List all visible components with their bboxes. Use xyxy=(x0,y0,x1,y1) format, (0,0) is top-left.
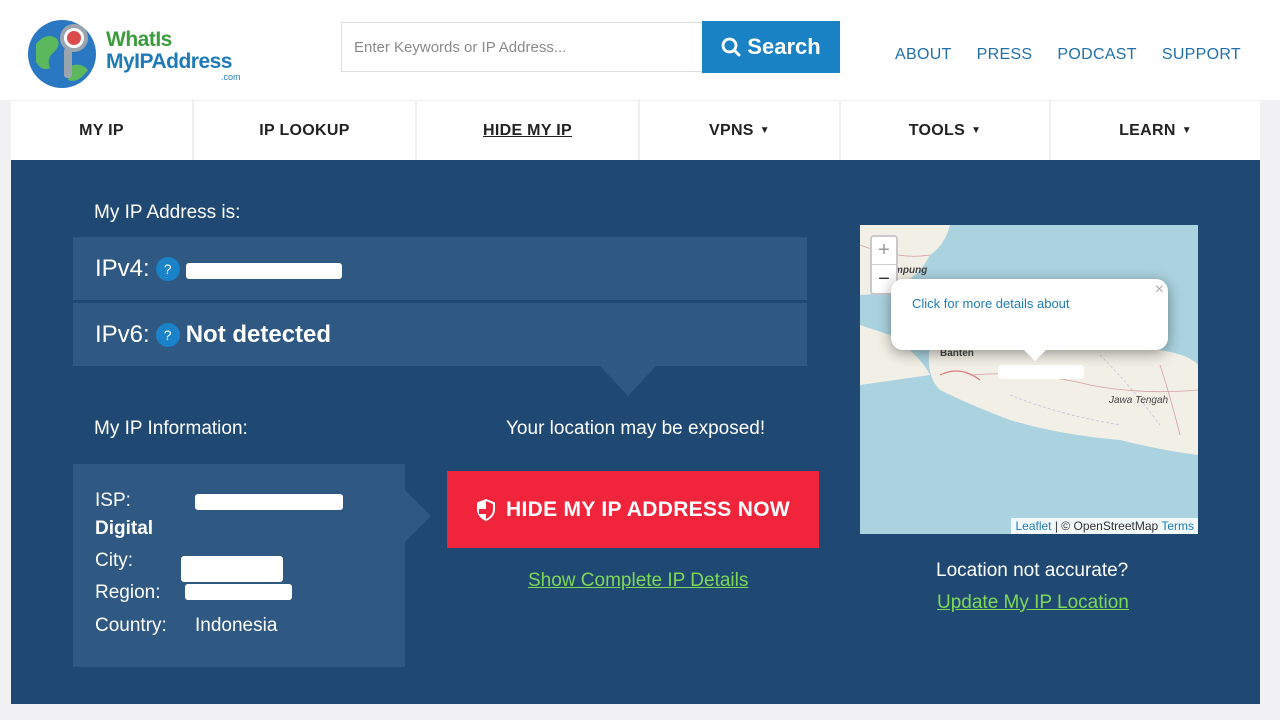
country-label: Country: xyxy=(95,615,167,636)
ipv4-row: IPv4: ? xyxy=(73,237,807,300)
main-nav: MY IP IP LOOKUP HIDE MY IP VPNS ▼ TOOLS … xyxy=(11,101,1260,160)
ip-panel: My IP Address is: IPv4: ? IPv6: ? Not de… xyxy=(11,160,1260,704)
logo-text-top: WhatIs xyxy=(106,28,172,51)
site-logo[interactable]: WhatIs MyIPAddress .com xyxy=(26,14,256,94)
city-label: City: xyxy=(95,550,133,571)
help-icon[interactable]: ? xyxy=(155,256,180,281)
map-attribution: Leaflet | © OpenStreetMap Terms xyxy=(1011,518,1198,534)
isp-label: ISP: xyxy=(95,490,131,511)
nav-label: IP LOOKUP xyxy=(259,121,350,139)
zoom-in-button[interactable]: + xyxy=(872,237,896,265)
search-icon xyxy=(721,37,741,57)
site-header: WhatIs MyIPAddress .com Search ABOUT PRE… xyxy=(0,0,1280,100)
podcast-link[interactable]: PODCAST xyxy=(1057,46,1136,64)
nav-label: VPNS xyxy=(709,121,754,139)
nav-hide-my-ip[interactable]: HIDE MY IP xyxy=(417,101,640,160)
map-label-lampung: mpung xyxy=(894,265,928,276)
leaflet-link[interactable]: Leaflet xyxy=(1015,519,1051,533)
logo-suffix: .com xyxy=(221,72,241,82)
pointer-arrow xyxy=(600,366,656,396)
search-input[interactable] xyxy=(341,22,702,72)
nav-tools[interactable]: TOOLS ▼ xyxy=(841,101,1051,160)
location-question: Location not accurate? xyxy=(936,560,1129,581)
top-links: ABOUT PRESS PODCAST SUPPORT xyxy=(895,46,1241,64)
update-location-link[interactable]: Update My IP Location xyxy=(937,592,1129,614)
caret-down-icon: ▼ xyxy=(1181,125,1192,136)
ip-heading: My IP Address is: xyxy=(94,202,241,223)
support-link[interactable]: SUPPORT xyxy=(1162,46,1241,64)
exposure-warning: Your location may be exposed! xyxy=(506,418,766,439)
globe-magnifier-icon xyxy=(28,20,96,88)
map-popup[interactable]: Click for more details about × xyxy=(891,279,1168,350)
osm-attribution: | © OpenStreetMap xyxy=(1054,519,1159,533)
ipv6-label: IPv6: xyxy=(95,320,150,348)
region-value-redacted xyxy=(185,584,292,600)
hide-my-ip-button-label: HIDE MY IP ADDRESS NOW xyxy=(506,497,790,521)
press-link[interactable]: PRESS xyxy=(977,46,1033,64)
info-heading: My IP Information: xyxy=(94,418,248,439)
shield-icon xyxy=(477,498,496,521)
caret-down-icon: ▼ xyxy=(759,125,770,136)
nav-label: MY IP xyxy=(79,121,124,139)
nav-learn[interactable]: LEARN ▼ xyxy=(1051,101,1260,160)
map-popup-text[interactable]: Click for more details about xyxy=(912,296,1070,311)
isp-value-continuation: Digital xyxy=(95,518,154,539)
ipv4-label: IPv4: xyxy=(95,254,150,282)
help-icon[interactable]: ? xyxy=(155,322,180,347)
info-pointer-arrow xyxy=(405,490,431,542)
nav-label: TOOLS xyxy=(908,121,966,139)
location-map[interactable]: mpung Banten Jawa Tengah + − Click for m… xyxy=(860,225,1198,534)
hide-my-ip-button[interactable]: HIDE MY IP ADDRESS NOW xyxy=(447,471,819,548)
isp-value-redacted xyxy=(195,494,343,510)
ipv4-value-redacted[interactable] xyxy=(185,262,342,279)
ipv6-row: IPv6: ? Not detected xyxy=(73,303,807,366)
show-ip-details-link[interactable]: Show Complete IP Details xyxy=(528,570,748,592)
close-icon[interactable]: × xyxy=(1155,281,1164,299)
caret-down-icon: ▼ xyxy=(971,125,982,136)
map-popup-tip xyxy=(1023,349,1047,361)
nav-vpns[interactable]: VPNS ▼ xyxy=(640,101,841,160)
nav-my-ip[interactable]: MY IP xyxy=(11,101,194,160)
region-label: Region: xyxy=(95,582,161,603)
ipv6-value: Not detected xyxy=(185,320,332,348)
map-terms-link[interactable]: Terms xyxy=(1161,519,1194,533)
about-link[interactable]: ABOUT xyxy=(895,46,952,64)
search-button[interactable]: Search xyxy=(702,21,840,73)
ip-info-box: ISP: Digital City: Region: Country: Indo… xyxy=(73,464,405,667)
nav-label: HIDE MY IP xyxy=(483,121,572,139)
search-button-label: Search xyxy=(747,34,821,59)
nav-label: LEARN xyxy=(1119,121,1176,139)
city-value-redacted xyxy=(181,556,283,582)
nav-ip-lookup[interactable]: IP LOOKUP xyxy=(194,101,417,160)
map-label-jawa-tengah: Jawa Tengah xyxy=(1109,395,1169,406)
logo-text-bottom: MyIPAddress xyxy=(106,50,233,73)
country-value: Indonesia xyxy=(195,615,278,636)
